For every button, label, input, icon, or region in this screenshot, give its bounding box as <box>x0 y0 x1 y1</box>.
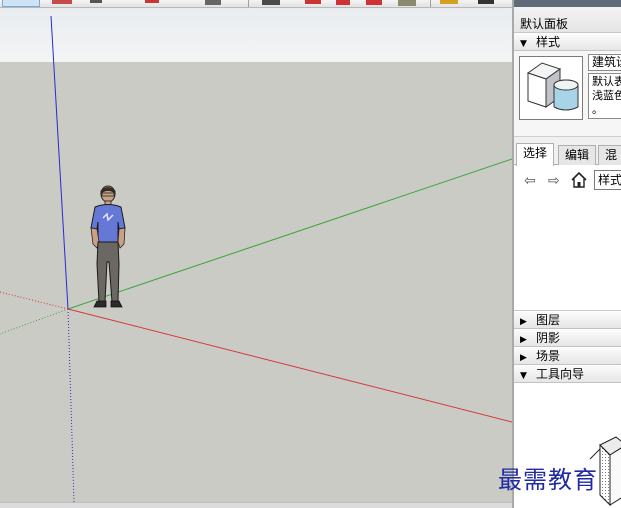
styles-tabs: 选择 编辑 混合 <box>514 143 621 181</box>
main-toolbar <box>0 0 512 8</box>
styles-panel: 建筑设 默认表 浅蓝色 。 <box>514 51 621 137</box>
style-collection-select[interactable]: 样式 <box>594 170 621 190</box>
section-header-scenes[interactable]: ▶ 场景 <box>514 347 621 365</box>
style-name-field[interactable]: 建筑设 <box>588 54 621 71</box>
section-label-scenes: 场景 <box>536 349 561 363</box>
model-viewport[interactable] <box>0 8 512 502</box>
right-arrow-icon[interactable]: ⇨ <box>548 173 560 189</box>
z-axis-negative <box>67 308 75 502</box>
status-bar <box>0 502 512 508</box>
paint-tool-button[interactable] <box>478 0 494 4</box>
tray-title-bar: 默认面板 <box>514 0 621 33</box>
tape-tool-button[interactable] <box>440 0 458 4</box>
scale-tool-button[interactable] <box>366 0 382 5</box>
tab-mix[interactable]: 混合 <box>598 145 621 181</box>
tab-edit[interactable]: 编辑 <box>558 145 597 165</box>
scale-figure[interactable] <box>88 184 138 312</box>
z-axis-positive <box>50 15 69 310</box>
arc-tool-button[interactable] <box>145 0 159 3</box>
axes <box>0 15 512 502</box>
line-tool-button[interactable] <box>90 0 102 3</box>
rotate-tool-button[interactable] <box>336 0 350 5</box>
default-tray: 默认面板 ▼ 样式 建筑设 默认表 浅蓝色 。 选择 编辑 混合 ⇦ <box>512 0 621 508</box>
section-label-styles: 样式 <box>536 35 561 49</box>
style-thumbnail[interactable] <box>519 56 583 120</box>
offset-tool-button[interactable] <box>398 0 416 6</box>
tab-select[interactable]: 选择 <box>516 143 555 166</box>
tray-icon-strip <box>514 0 621 7</box>
section-label-layers: 图层 <box>536 313 561 327</box>
pushpull-tool-button[interactable] <box>262 0 280 5</box>
section-label-instructor: 工具向导 <box>536 367 585 381</box>
watermark-text: 最需教育 <box>498 466 598 494</box>
x-axis-positive <box>67 308 512 423</box>
section-header-styles[interactable]: ▼ 样式 <box>514 33 621 51</box>
style-preview-icon <box>526 62 579 111</box>
eraser-tool-button[interactable] <box>52 0 72 4</box>
style-description-field[interactable]: 默认表 浅蓝色 。 <box>588 73 621 119</box>
y-axis-negative <box>0 308 69 335</box>
section-header-layers[interactable]: ▶ 图层 <box>514 311 621 329</box>
style-collection-grid[interactable] <box>514 195 621 311</box>
tray-sections: ▶ 图层 ▶ 阴影 ▶ 场景 ▼ 工具向导 <box>514 311 621 383</box>
rectangle-tool-button[interactable] <box>205 0 221 5</box>
select-tool-button[interactable] <box>2 0 40 7</box>
home-icon[interactable] <box>570 171 588 189</box>
section-label-shadows: 阴影 <box>536 331 561 345</box>
tray-title: 默认面板 <box>520 17 569 31</box>
move-tool-button[interactable] <box>305 0 321 4</box>
section-header-shadows[interactable]: ▶ 阴影 <box>514 329 621 347</box>
section-header-instructor[interactable]: ▼ 工具向导 <box>514 365 621 383</box>
styles-nav-row: ⇦ ⇨ 样式 <box>514 165 621 195</box>
left-arrow-icon[interactable]: ⇦ <box>524 173 536 189</box>
x-axis-negative <box>0 291 69 310</box>
